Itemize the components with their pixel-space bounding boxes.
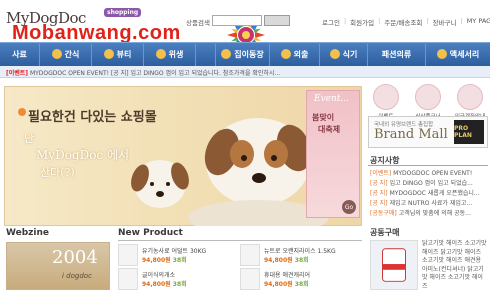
quick-link-new[interactable]: 신상품코너 (410, 84, 446, 120)
notice-item[interactable]: [공 지] MYDOGDOC 새롭게 오픈했습니... (370, 189, 488, 199)
nav-item-food[interactable]: 사료 (0, 42, 40, 66)
new-products-icon (415, 84, 441, 110)
search-label: 상품검색 (186, 19, 210, 27)
search-button[interactable] (264, 15, 290, 26)
new-product-title: New Product (118, 228, 183, 238)
search-input[interactable] (212, 15, 262, 26)
notice-list: [이벤트] MYDOGDOC OPEN EVENT! [공 지] 입고 DING… (370, 169, 488, 219)
banner-line-1: 난 (24, 132, 35, 145)
notice-item[interactable]: [공 지] 입고 DINGO 껌이 입고 되었습... (370, 179, 488, 189)
quick-links: 이벤트 신상품코너 입금계좌안내 (368, 84, 488, 120)
mypage-link[interactable]: MY PAGE (467, 17, 490, 27)
nav-item-accessory[interactable]: 액세서리 (426, 42, 490, 66)
event-title: Event... (314, 94, 349, 104)
webzine-year: 2004 (52, 247, 98, 268)
notice-ticker[interactable]: [이벤트] MYDOGDOC OPEN EVENT! [공 지] 입고 DING… (6, 68, 280, 77)
order-tracking-link[interactable]: 주문/배송조회 (384, 17, 422, 27)
product-thumb (118, 268, 138, 290)
nav-icon (280, 49, 291, 59)
notice-item[interactable]: [공 지] 재입고 NUTRO 사료가 재입고... (370, 199, 488, 209)
nav-icon (329, 49, 340, 59)
nav-item-house[interactable]: 집이동장 (216, 42, 270, 66)
nav-item-beauty[interactable]: 뷰티 (92, 42, 144, 66)
bank-account-icon (457, 84, 483, 110)
nav-item-hygiene[interactable]: 위생 (144, 42, 196, 66)
bullet-icon (18, 108, 26, 116)
notice-item[interactable]: [공동구매] 고객님의 맞춤에 의해 공동... (370, 209, 488, 219)
nav-item-fashion[interactable]: 패션의류 (368, 42, 426, 66)
nav-icon (221, 49, 232, 59)
nav-icon (103, 49, 114, 59)
go-button[interactable]: Go (342, 200, 356, 214)
top-links: 로그인| 회원가입| 주문/배송조회| 장바구니| MY PAGE (322, 17, 490, 27)
divider (118, 240, 362, 241)
product-item[interactable]: 유기농사료 어덜트 30KG 94,800원 38회 (118, 244, 236, 268)
brand-mall-title: Brand Mall (374, 127, 448, 142)
quick-link-event[interactable]: 이벤트 (368, 84, 404, 120)
nav-icon (51, 49, 62, 59)
group-buy-title: 공동구매 (370, 228, 400, 237)
banner-line-2: MyDogDoc 에서 (36, 148, 130, 162)
webzine-caption: i dogdoc (62, 272, 92, 280)
product-thumb (240, 268, 260, 290)
nav-item-dishes[interactable]: 식기 (320, 42, 368, 66)
group-buy-product-image[interactable] (370, 240, 418, 290)
event-icon (373, 84, 399, 110)
puppies-image (131, 118, 328, 226)
webzine-title: Webzine (6, 228, 49, 238)
quick-link-account[interactable]: 입금계좌안내 (452, 84, 488, 120)
nav-icon (436, 49, 447, 59)
nav-icon (155, 49, 166, 59)
product-thumb (240, 244, 260, 266)
product-item[interactable]: 뉴트로 오랜지라이스 1.5KG 94,800원 38회 (240, 244, 358, 268)
nav-item-blank[interactable] (196, 42, 216, 66)
divider (368, 165, 488, 166)
group-buy-text[interactable]: 닭고기맛 해이즈 소고기맛 해이즈 닭고기맛 해이즈 소고기맛 해이즈 애견용 … (422, 240, 488, 291)
event-line-1: 봄맞이 (312, 113, 335, 122)
cart-link[interactable]: 장바구니 (433, 17, 457, 27)
event-card[interactable] (306, 90, 360, 218)
join-link[interactable]: 회원가입 (350, 17, 374, 27)
brand-thumb: PRO PLAN (454, 120, 484, 144)
main-nav: 사료 간식 뷰티 위생 집이동장 외출 식기 패션의류 액세서리 (0, 42, 490, 66)
product-item[interactable]: 휴대용 애견캐리어 94,800원 38회 (240, 268, 358, 292)
notice-item[interactable]: [이벤트] MYDOGDOC OPEN EVENT! (370, 169, 488, 179)
nav-item-snack[interactable]: 간식 (40, 42, 92, 66)
event-line-2: 대축제 (318, 125, 341, 134)
logo-tag-badge: shopping (104, 8, 142, 17)
login-link[interactable]: 로그인 (322, 17, 340, 27)
product-thumb (118, 244, 138, 266)
nav-item-outing[interactable]: 외출 (270, 42, 320, 66)
product-item[interactable]: 글이식의개소 94,800원 38회 (118, 268, 236, 292)
banner-line-3: 산다(?) (40, 166, 75, 179)
